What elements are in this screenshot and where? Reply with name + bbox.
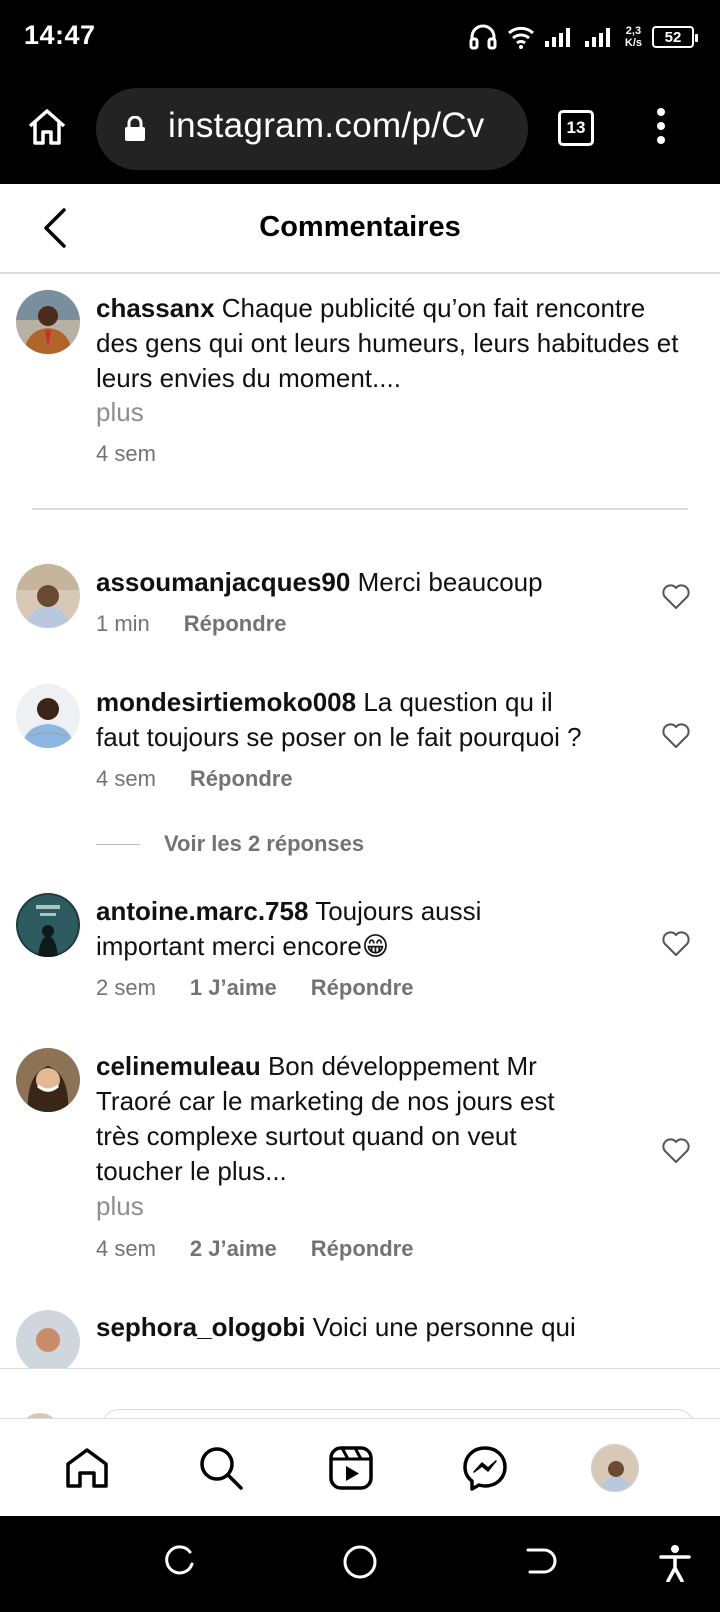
- comment-text: assoumanjacques90 Merci beaucoup: [96, 567, 543, 597]
- menu-icon[interactable]: [654, 108, 668, 148]
- comment-text: celinemuleau Bon développement Mr: [96, 1051, 537, 1081]
- comment-meta: 4 sem 2 J’aime Répondre: [96, 1236, 413, 1262]
- status-time: 14:47: [24, 20, 96, 50]
- comment-input-bar: [0, 1368, 720, 1418]
- comment-meta: 1 min Répondre: [96, 611, 286, 637]
- heart-icon[interactable]: [662, 723, 690, 749]
- back-icon[interactable]: [524, 1544, 558, 1583]
- accessibility-icon[interactable]: [658, 1544, 692, 1587]
- page-title: Commentaires: [259, 211, 461, 243]
- address-bar[interactable]: instagram.com/p/Cv: [96, 88, 528, 170]
- system-navigation-bar: [0, 1516, 720, 1612]
- caption-meta: 4 sem: [96, 441, 156, 467]
- home-icon[interactable]: [26, 107, 68, 152]
- profile-avatar[interactable]: [590, 1443, 640, 1493]
- reels-icon[interactable]: [326, 1443, 376, 1493]
- reply-button[interactable]: Répondre: [311, 1236, 414, 1262]
- reply-button[interactable]: Répondre: [311, 975, 414, 1001]
- timestamp: 1 min: [96, 611, 150, 636]
- avatar[interactable]: [16, 893, 80, 957]
- comment-username[interactable]: celinemuleau: [96, 1051, 261, 1081]
- comment-text: sephora_ologobi Voici une personne qui: [96, 1312, 576, 1342]
- comment-input[interactable]: [100, 1409, 696, 1418]
- home-icon[interactable]: [62, 1443, 112, 1493]
- status-icons: 2,3 K/s 52: [469, 20, 698, 54]
- comments-list[interactable]: chassanx Chaque publicité qu’on fait ren…: [0, 276, 720, 1368]
- likes-count[interactable]: 2 J’aime: [190, 1236, 277, 1262]
- view-replies-label: Voir les 2 réponses: [164, 831, 365, 856]
- avatar[interactable]: [16, 564, 80, 628]
- comment-text: mondesirtiemoko008 La question qu il: [96, 687, 553, 717]
- comments-header: Commentaires: [0, 184, 720, 274]
- caption-line: leurs envies du moment....: [96, 363, 401, 393]
- divider: [32, 508, 688, 510]
- comment-text: antoine.marc.758 Toujours aussi: [96, 896, 482, 926]
- caption-username[interactable]: chassanx: [96, 293, 215, 323]
- comment-text: très complexe surtout quand on veut: [96, 1121, 517, 1151]
- signal-icon: [544, 25, 575, 49]
- reply-button[interactable]: Répondre: [184, 611, 287, 637]
- more-link[interactable]: plus: [96, 397, 144, 428]
- avatar[interactable]: [16, 1048, 80, 1112]
- comment-username[interactable]: mondesirtiemoko008: [96, 687, 356, 717]
- heart-icon[interactable]: [662, 931, 690, 957]
- divider: [96, 843, 140, 845]
- more-link[interactable]: plus: [96, 1191, 144, 1222]
- timestamp: 4 sem: [96, 766, 156, 791]
- signal-icon: [584, 25, 615, 49]
- timestamp: 2 sem: [96, 975, 156, 1000]
- timestamp: 4 sem: [96, 1236, 156, 1261]
- url-text: instagram.com/p/Cv: [168, 106, 485, 145]
- avatar[interactable]: [16, 290, 80, 354]
- heart-icon[interactable]: [662, 1138, 690, 1164]
- reply-button[interactable]: Répondre: [190, 766, 293, 792]
- comment-username[interactable]: sephora_ologobi: [96, 1312, 305, 1342]
- caption-line: des gens qui ont leurs humeurs, leurs ha…: [96, 328, 679, 358]
- comment-meta: 4 sem Répondre: [96, 766, 293, 792]
- bottom-navigation: [0, 1418, 720, 1516]
- battery-indicator: 52: [652, 26, 698, 48]
- comment-meta: 2 sem 1 J’aime Répondre: [96, 975, 413, 1001]
- caption-line: chassanx Chaque publicité qu’on fait ren…: [96, 293, 646, 323]
- search-icon[interactable]: [196, 1443, 246, 1493]
- tab-count-button[interactable]: 13: [558, 110, 594, 146]
- comment-text: important merci encore😁: [96, 931, 389, 961]
- network-speed: 2,3 K/s: [624, 25, 642, 49]
- comment-text: Traoré car le marketing de nos jours est: [96, 1086, 555, 1116]
- status-bar: 14:47 2,3 K/s 52: [0, 0, 720, 74]
- comment-username[interactable]: assoumanjacques90: [96, 567, 350, 597]
- home-circle-icon[interactable]: [342, 1544, 378, 1585]
- comment-text: faut toujours se poser on le fait pourqu…: [96, 722, 582, 752]
- recents-icon[interactable]: [162, 1544, 196, 1583]
- messenger-icon[interactable]: [460, 1443, 510, 1493]
- heart-icon[interactable]: [662, 584, 690, 610]
- comment-text: toucher le plus...: [96, 1156, 287, 1186]
- headphones-icon: [469, 24, 497, 50]
- comment-username[interactable]: antoine.marc.758: [96, 896, 308, 926]
- likes-count[interactable]: 1 J’aime: [190, 975, 277, 1001]
- browser-toolbar: instagram.com/p/Cv 13: [0, 74, 720, 184]
- timestamp: 4 sem: [96, 441, 156, 466]
- avatar[interactable]: [16, 1310, 80, 1368]
- wifi-icon: [507, 25, 535, 49]
- lock-icon: [124, 115, 146, 147]
- view-replies-button[interactable]: Voir les 2 réponses: [96, 831, 364, 857]
- avatar[interactable]: [16, 684, 80, 748]
